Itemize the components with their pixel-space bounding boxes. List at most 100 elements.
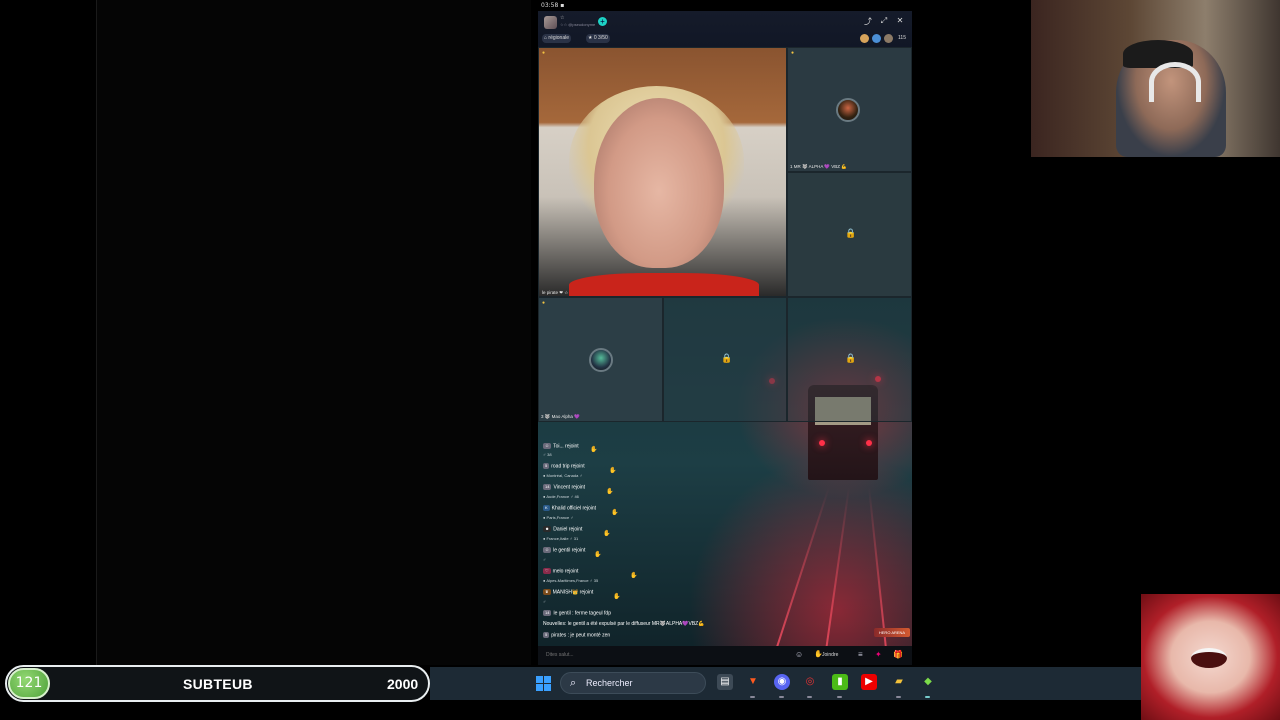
chat-user[interactable]: melo	[553, 568, 564, 574]
region-tag[interactable]: ⌂ régionale	[542, 34, 571, 43]
wave-icon[interactable]: ✋	[594, 551, 601, 558]
guest-avatar[interactable]	[836, 98, 860, 122]
viewer-count[interactable]: 115	[896, 34, 908, 43]
hero-arena-badge[interactable]: HERO ARENA	[874, 628, 910, 637]
wave-icon[interactable]: ✋	[606, 488, 613, 495]
chat-user[interactable]: Vincent	[553, 484, 570, 490]
close-icon[interactable]: ✕	[895, 16, 905, 25]
region-tag-label: régionale	[548, 35, 569, 41]
follow-button[interactable]: +	[598, 17, 607, 26]
app-running-indicator	[896, 696, 901, 698]
guest-slot-2[interactable]: 🔒	[787, 172, 912, 297]
chat-input-bar: ☺ ✋ Joindre ≡ ✦ 🎁	[538, 646, 912, 665]
sub-goal-target: 2000	[387, 676, 419, 692]
user-badge: 14	[543, 610, 552, 616]
guest-avatar[interactable]	[589, 348, 613, 372]
host-avatar[interactable]	[544, 16, 557, 29]
chat-location-text: Aude,France	[546, 494, 570, 499]
tram-light	[866, 440, 872, 446]
chat-user[interactable]: Daniel	[553, 526, 567, 532]
user-badge: K	[543, 505, 550, 511]
wave-icon[interactable]: ✋	[609, 467, 616, 474]
chat-user[interactable]: road trip	[551, 463, 569, 469]
chat-message-text: pirates : je peut monté zen	[551, 632, 611, 639]
chat-join-row: ♛ MANISH👑 rejoint	[543, 589, 593, 595]
wave-icon[interactable]: ✋	[613, 593, 620, 600]
coin-icon: ●	[542, 300, 546, 306]
wave-icon[interactable]: ✋	[590, 446, 597, 453]
chat-action: rejoint	[571, 484, 586, 491]
reaction-mouth	[1191, 648, 1227, 668]
chat-action: rejoint	[582, 505, 597, 512]
goal-tag-label: 0 3/50	[593, 35, 608, 41]
rail-reflection	[868, 486, 889, 665]
file-explorer-icon[interactable]: ▤	[717, 674, 733, 690]
chat-user[interactable]: MANISH👑	[553, 589, 579, 595]
wave-icon[interactable]: ✋	[603, 530, 610, 537]
guest-slot-3[interactable]: ● 3 🐺 Mao Alpha 💜	[538, 297, 663, 422]
user-badge: ♡	[543, 568, 551, 574]
chat-location: ● Paris,France ♂	[543, 515, 574, 520]
wave-icon[interactable]: ✋	[611, 509, 618, 516]
chat-location: ● Alpes-Maritimes,France ♂ 35	[543, 578, 599, 583]
empty-window-pane	[96, 0, 531, 665]
emoji-icon[interactable]: ☺	[795, 650, 803, 659]
viewer-avatar[interactable]	[884, 34, 893, 43]
sub-goal-bar: 121 SUBTEUB 2000	[5, 665, 430, 702]
chat-join-row: K Khalid officiel rejoint	[543, 505, 596, 511]
coin-icon: ●	[791, 50, 795, 56]
chat-join-row: ☺ Toi... rejoint	[543, 443, 579, 449]
user-badge: 14	[543, 484, 552, 490]
live-header: ☆ ☆☆ @pseudonyme + ⤴ ⤢ ✕ ⌂ régionale ★ 0…	[538, 11, 912, 47]
windows-start-icon[interactable]	[536, 676, 551, 691]
viewer-avatar[interactable]	[872, 34, 881, 43]
join-button[interactable]: Joindre	[822, 650, 838, 661]
expand-icon[interactable]: ⤢	[879, 16, 889, 26]
chat-location-text: Montréal, Canada	[546, 473, 579, 478]
gift-icon[interactable]: 🎁	[893, 650, 903, 659]
user-badge: ☺	[543, 547, 552, 553]
user-badge: 5	[543, 632, 550, 638]
brave-icon[interactable]: ▼	[745, 674, 761, 690]
headset	[1149, 62, 1201, 102]
guest-slot-4[interactable]: 🔒	[663, 297, 787, 422]
chat-join-row: 14 Vincent rejoint	[543, 484, 585, 490]
app-running-indicator	[925, 696, 930, 698]
user-badge: ☺	[543, 443, 552, 449]
host-video[interactable]: ● le pirate ❤ ☆	[538, 47, 787, 297]
chat-location: ● Montréal, Canada ♂	[543, 473, 583, 478]
folder-icon[interactable]: ▰	[891, 674, 907, 690]
games-icon[interactable]: ✦	[875, 650, 882, 659]
goal-tag[interactable]: ★ 0 3/50	[586, 34, 610, 43]
guest-name: 🐺 Mao Alpha 💜	[544, 414, 580, 419]
chat-join-row: 5 road trip rejoint	[543, 463, 585, 469]
spotify-icon[interactable]: ▮	[832, 674, 848, 690]
guest-slot-1[interactable]: ● 1 MR 🐺 ALPHA 💜 VBZ 💪	[787, 47, 912, 172]
rail-reflection	[772, 486, 830, 659]
wave-icon[interactable]: ✋	[630, 572, 637, 579]
chat-location: ♂	[543, 599, 546, 604]
guest-slot-5[interactable]: 🔒	[787, 297, 912, 422]
chat-user[interactable]: Toi...	[553, 443, 564, 449]
youtube-icon[interactable]: ▶	[861, 674, 877, 690]
app-running-indicator	[807, 696, 812, 698]
sub-count: 121	[8, 668, 50, 699]
sub-goal-name: SUBTEUB	[183, 676, 253, 692]
chrome-icon[interactable]: ◎	[802, 674, 818, 690]
discord-icon[interactable]: ◉	[774, 674, 790, 690]
search-icon: ⌕	[570, 677, 577, 689]
share-icon[interactable]: ⤴	[863, 16, 873, 27]
gender-badge: ♂ 35	[589, 578, 599, 583]
chat-location-text: France,Italie	[546, 536, 569, 541]
chat-input[interactable]	[546, 650, 786, 661]
menu-icon[interactable]: ≡	[858, 650, 863, 659]
status-bar: 03:58 ▪	[538, 0, 912, 11]
chat-user[interactable]: Khalid officiel	[552, 505, 581, 511]
streamlabs-icon[interactable]: ◆	[920, 674, 936, 690]
chat-location: ♂ 38	[543, 452, 552, 457]
taskbar-search[interactable]: ⌕ Rechercher	[560, 672, 706, 694]
guest-number: 1	[790, 164, 793, 169]
viewer-avatar[interactable]	[860, 34, 869, 43]
host-sub: ☆☆ @pseudonyme	[560, 22, 596, 27]
chat-user[interactable]: le gentil	[553, 547, 570, 553]
